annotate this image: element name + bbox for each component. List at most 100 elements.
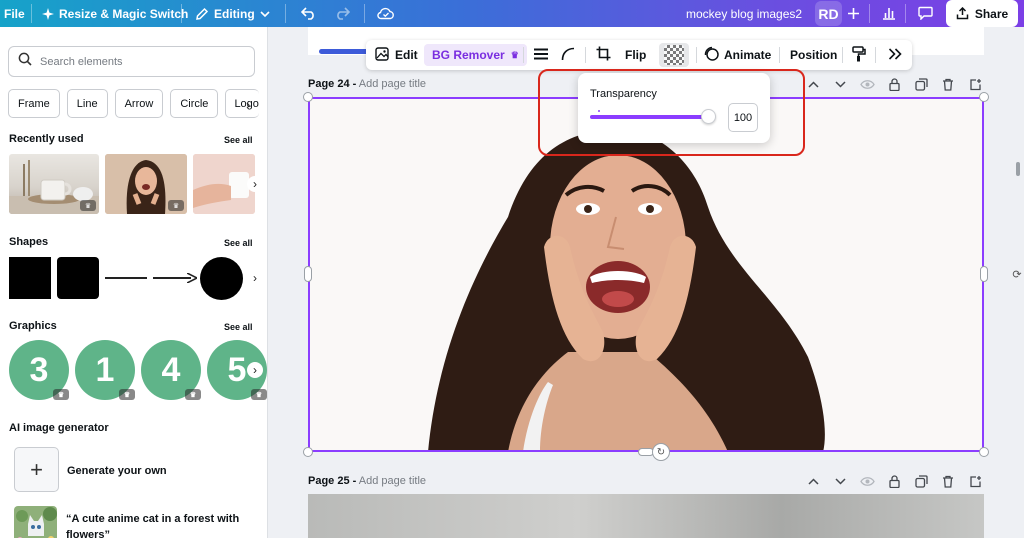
vertical-scrollbar[interactable] (1016, 162, 1020, 176)
bg-remover-button[interactable]: BG Remover ♛ (424, 44, 527, 66)
page-title-input[interactable]: Add page title (359, 475, 426, 487)
avatar-initials: RD (818, 5, 839, 22)
shapes-title: Shapes (9, 236, 49, 248)
resize-handle-right[interactable] (980, 266, 988, 282)
chip-logo[interactable]: Logo (225, 89, 260, 118)
chevron-right-icon[interactable]: › (247, 176, 263, 192)
resize-handle-top-right[interactable] (979, 92, 989, 102)
chevron-up-icon[interactable] (804, 472, 822, 490)
generate-label[interactable]: Generate your own (67, 465, 167, 477)
graphics-see-all[interactable]: See all (224, 322, 253, 332)
graphic-number-4[interactable]: 4 ♛ (141, 340, 201, 400)
resize-button-label: Resize & Magic Switch (59, 6, 189, 21)
redo-button[interactable] (329, 0, 355, 26)
graphic-number-label: 5 (227, 350, 247, 389)
transparency-slider-track[interactable] (590, 115, 710, 119)
resize-handle-left[interactable] (304, 266, 312, 282)
border-style-button[interactable] (534, 40, 548, 70)
hand-mug-image (193, 154, 255, 214)
circle-shape[interactable] (200, 257, 243, 300)
previous-page-element[interactable] (319, 49, 369, 54)
chip-frame[interactable]: Frame (8, 89, 60, 118)
search-icon (18, 52, 32, 71)
search-box[interactable] (8, 46, 255, 77)
resize-button[interactable]: Resize & Magic Switch (42, 0, 188, 27)
chevron-down-icon[interactable] (831, 472, 849, 490)
line-shape[interactable] (105, 277, 147, 279)
chevron-right-icon[interactable]: › (247, 270, 263, 286)
lock-icon[interactable] (885, 75, 903, 93)
add-page-icon[interactable] (966, 75, 984, 93)
arrow-shape[interactable] (153, 277, 191, 279)
chevron-right-icon[interactable]: › (247, 362, 263, 378)
transparency-slider-thumb[interactable] (701, 109, 716, 124)
trash-icon[interactable] (939, 472, 957, 490)
avatar[interactable]: RD (815, 1, 842, 26)
hide-eye-icon[interactable] (858, 75, 876, 93)
graphic-number-1[interactable]: 1 ♛ (75, 340, 135, 400)
divider (31, 4, 32, 23)
share-button[interactable]: Share (946, 0, 1018, 27)
ai-prompt-example[interactable]: “A cute anime cat in a forest with flowe… (66, 511, 256, 538)
lock-icon[interactable] (885, 472, 903, 490)
hide-eye-icon[interactable] (858, 472, 876, 490)
flip-button[interactable]: Flip (625, 40, 646, 70)
rotate-handle[interactable]: ↻ (652, 443, 670, 461)
sync-icon[interactable]: ⟳ (1010, 267, 1024, 281)
recently-used-see-all[interactable]: See all (224, 135, 253, 145)
crop-icon (596, 46, 611, 64)
shapes-see-all[interactable]: See all (224, 238, 253, 248)
divider (585, 47, 586, 63)
animate-button[interactable]: Animate (704, 40, 771, 70)
upload-icon (956, 7, 969, 20)
transparency-value-input[interactable]: 100 (728, 103, 758, 132)
crown-icon: ♛ (119, 389, 135, 400)
corner-curve-icon (561, 47, 575, 64)
page-title-input[interactable]: Add page title (359, 78, 426, 90)
document-title[interactable]: mockey blog images2 (686, 0, 802, 27)
recent-thumb-hand-mug[interactable] (193, 154, 255, 214)
chevron-up-icon[interactable] (804, 75, 822, 93)
generate-button[interactable]: + (14, 447, 59, 492)
page-25[interactable] (308, 494, 984, 538)
undo-button[interactable] (295, 0, 321, 26)
square-shape[interactable] (9, 257, 51, 299)
position-label: Position (790, 48, 838, 62)
add-collaborator-button[interactable] (840, 0, 866, 26)
more-options-button[interactable] (888, 40, 902, 70)
chip-circle[interactable]: Circle (170, 89, 219, 118)
chevron-right-icon[interactable]: › (246, 97, 250, 112)
add-page-icon[interactable] (966, 472, 984, 490)
edit-image-button[interactable]: Edit (375, 40, 418, 70)
duplicate-icon[interactable] (912, 472, 930, 490)
corner-rounding-button[interactable] (561, 40, 575, 70)
undo-icon (300, 6, 316, 20)
resize-handle-top-left[interactable] (303, 92, 313, 102)
search-input[interactable] (40, 55, 240, 68)
comments-button[interactable] (912, 0, 938, 26)
trash-icon[interactable] (939, 75, 957, 93)
paint-roller-icon (852, 45, 866, 65)
anime-cat-thumb[interactable] (14, 506, 57, 538)
page-24[interactable] (308, 97, 984, 452)
editing-mode-dropdown[interactable]: Editing (195, 0, 270, 27)
transparency-title: Transparency (590, 88, 657, 100)
resize-handle-bottom-left[interactable] (303, 447, 313, 457)
recent-thumb-woman[interactable]: ♛ (105, 154, 187, 214)
position-button[interactable]: Position (790, 40, 837, 70)
rounded-square-shape[interactable] (57, 257, 99, 299)
resize-handle-bottom-right[interactable] (979, 447, 989, 457)
copy-style-button[interactable] (852, 40, 866, 70)
file-menu[interactable]: File (4, 0, 25, 27)
save-status-button[interactable] (373, 0, 399, 26)
chip-arrow[interactable]: Arrow (114, 89, 164, 118)
crop-button[interactable] (596, 40, 611, 70)
duplicate-icon[interactable] (912, 75, 930, 93)
share-button-label: Share (974, 6, 1009, 21)
chip-line[interactable]: Line (66, 89, 108, 118)
chevron-down-icon[interactable] (831, 75, 849, 93)
recent-thumb-mug[interactable]: ♛ (9, 154, 99, 214)
graphic-number-3[interactable]: 3 ♛ (9, 340, 69, 400)
insights-button[interactable] (876, 0, 902, 26)
smiling-woman-photo[interactable] (308, 97, 984, 452)
